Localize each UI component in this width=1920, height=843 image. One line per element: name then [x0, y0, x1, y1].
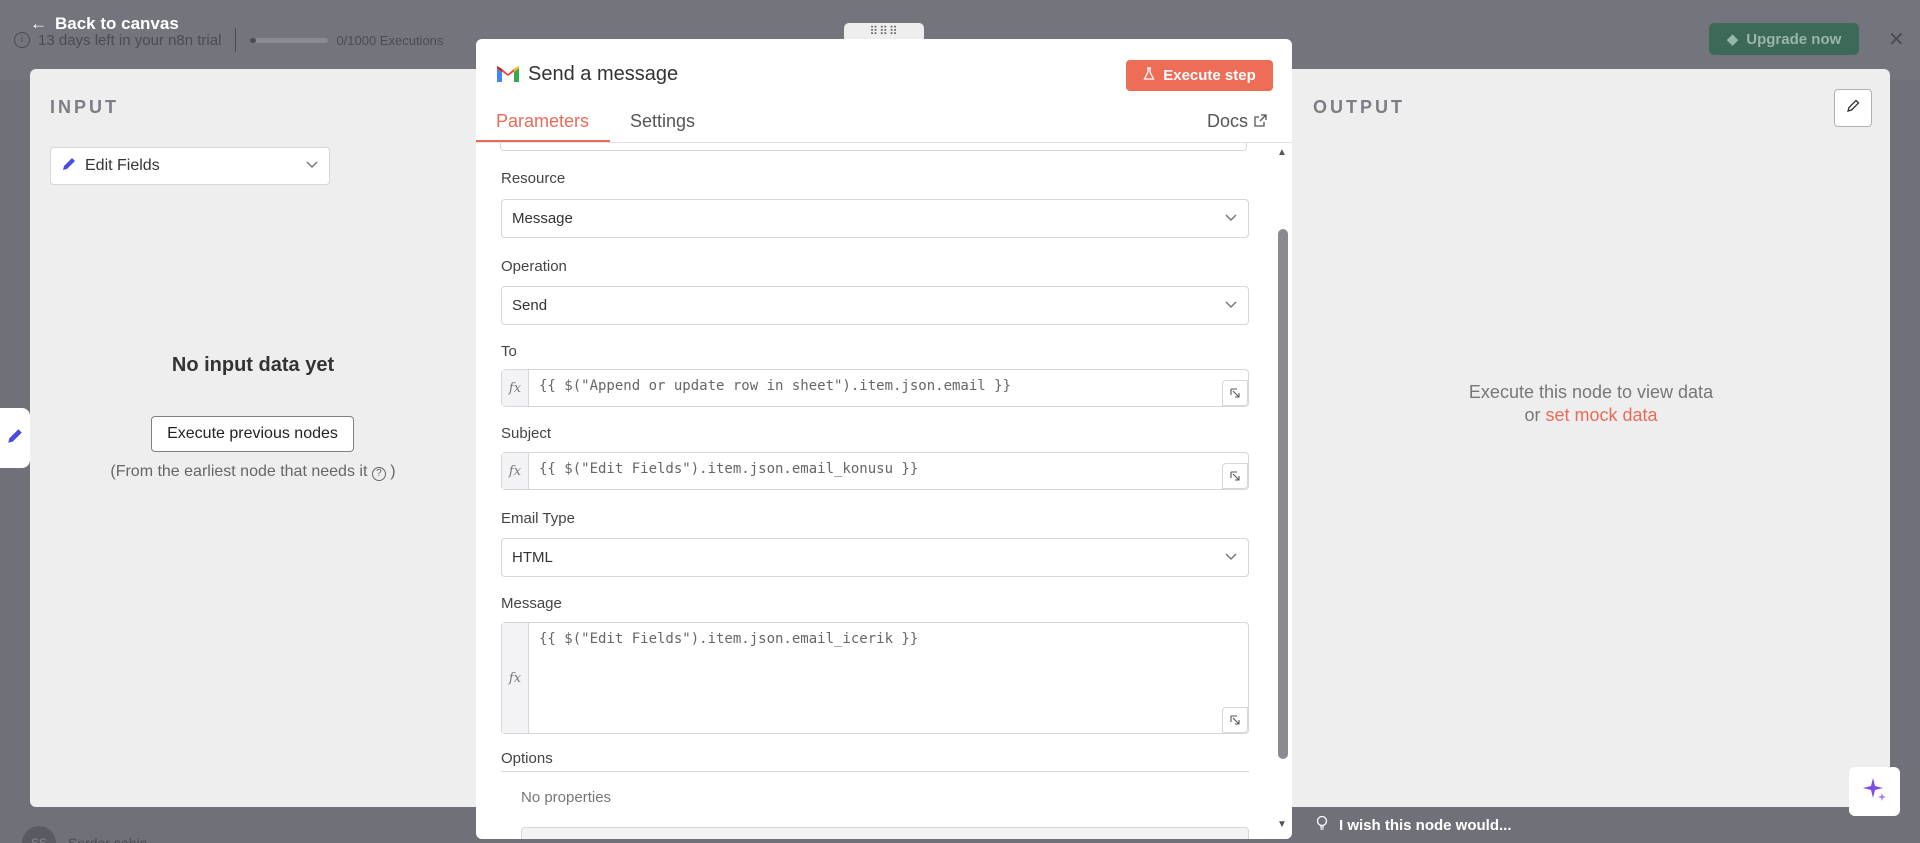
user-profile: SS Serdar sahin	[22, 826, 147, 843]
operation-label: Operation	[501, 258, 567, 275]
node-header: Send a message Execute step Parameters S…	[476, 39, 1292, 143]
execute-step-label: Execute step	[1163, 67, 1256, 84]
upgrade-button[interactable]: ◆ Upgrade now	[1709, 23, 1859, 55]
wish-text: I wish this node would...	[1339, 816, 1512, 834]
input-node-select-value: Edit Fields	[85, 157, 160, 174]
pencil-icon	[61, 156, 77, 177]
to-expression[interactable]: {{ $("Append or update row in sheet").it…	[529, 370, 1248, 406]
diamond-icon: ◆	[1726, 31, 1739, 48]
tab-settings[interactable]: Settings	[630, 111, 695, 132]
fx-icon: fx	[502, 623, 529, 733]
question-icon[interactable]: ?	[371, 467, 386, 481]
back-to-canvas-button[interactable]: ← Back to canvas	[30, 14, 179, 34]
input-title: INPUT	[50, 97, 119, 117]
chevron-down-icon	[1224, 297, 1238, 315]
avatar: SS	[22, 826, 56, 843]
gmail-icon	[496, 65, 520, 88]
fx-icon: fx	[502, 453, 529, 489]
previous-field	[500, 143, 1247, 151]
divider	[235, 28, 237, 52]
external-link-icon	[1254, 111, 1267, 132]
message-expression[interactable]: {{ $("Edit Fields").item.json.email_icer…	[529, 623, 1248, 733]
resource-select[interactable]: Message	[501, 199, 1249, 238]
back-to-canvas-label: Back to canvas	[55, 14, 179, 33]
scrollbar[interactable]	[1278, 229, 1288, 759]
chevron-down-icon	[1224, 210, 1238, 228]
active-tab-indicator	[476, 140, 610, 142]
executions-progress	[250, 37, 329, 43]
operation-value: Send	[512, 297, 548, 314]
output-empty-text: Execute this node to view data	[1468, 382, 1714, 402]
resource-label: Resource	[501, 170, 566, 187]
output-empty-state: Execute this node to view data or set mo…	[1292, 381, 1890, 427]
subject-field[interactable]: fx {{ $("Edit Fields").item.json.email_k…	[501, 452, 1249, 490]
pencil-icon	[6, 427, 24, 450]
input-node-select[interactable]: Edit Fields	[50, 147, 330, 185]
execute-previous-nodes-button[interactable]: Execute previous nodes	[151, 416, 354, 452]
options-label: Options	[501, 750, 553, 767]
or-text: or	[1524, 405, 1541, 425]
expression-expand-icon[interactable]	[1222, 380, 1248, 406]
sparkle-icon	[1862, 776, 1888, 807]
message-label: Message	[501, 595, 562, 612]
docs-link[interactable]: Docs	[1207, 111, 1267, 132]
subject-expression[interactable]: {{ $("Edit Fields").item.json.email_konu…	[529, 453, 1248, 489]
fx-icon: fx	[502, 370, 529, 406]
edit-output-button[interactable]	[1834, 89, 1872, 127]
execute-step-button[interactable]: Execute step	[1126, 60, 1273, 91]
subject-label: Subject	[501, 425, 552, 442]
chevron-down-icon	[1224, 549, 1238, 567]
executions-count: 0/1000 Executions	[336, 32, 444, 48]
operation-select[interactable]: Send	[501, 286, 1249, 325]
feedback-link[interactable]: I wish this node would...	[1315, 815, 1512, 835]
output-title: OUTPUT	[1313, 97, 1405, 117]
lightbulb-icon	[1315, 815, 1329, 835]
no-input-title: No input data yet	[171, 354, 335, 376]
user-name: Serdar sahin	[68, 835, 148, 843]
expression-expand-icon[interactable]	[1222, 463, 1248, 489]
side-node-tab[interactable]	[0, 408, 30, 468]
scroll-up-icon[interactable]: ▲	[1277, 147, 1287, 158]
email-type-select[interactable]: HTML	[501, 538, 1249, 577]
arrow-left-icon: ←	[30, 14, 47, 33]
chevron-down-icon	[305, 157, 319, 176]
add-option-dropdown[interactable]	[521, 827, 1249, 839]
to-field[interactable]: fx {{ $("Append or update row in sheet")…	[501, 369, 1249, 407]
options-empty-text: No properties	[521, 789, 612, 806]
message-field[interactable]: fx {{ $("Edit Fields").item.json.email_i…	[501, 622, 1249, 734]
options-divider	[501, 771, 1249, 772]
pencil-icon	[1845, 98, 1861, 119]
output-panel: OUTPUT Execute this node to view data or…	[1292, 69, 1890, 807]
tab-parameters[interactable]: Parameters	[496, 111, 589, 132]
close-icon[interactable]: ✕	[1888, 27, 1905, 52]
expression-expand-icon[interactable]	[1222, 707, 1248, 733]
email-type-label: Email Type	[501, 510, 575, 527]
flask-icon	[1143, 66, 1155, 85]
input-panel: INPUT Edit Fields No input data yet Exec…	[30, 69, 476, 807]
ai-assistant-button[interactable]	[1849, 767, 1900, 816]
set-mock-data-link[interactable]: set mock data	[1545, 405, 1657, 425]
hint-text: (From the earliest node that needs it	[110, 463, 368, 480]
email-type-value: HTML	[512, 549, 553, 566]
node-dialog: Send a message Execute step Parameters S…	[476, 39, 1292, 839]
trial-text: 13 days left in your n8n trial	[38, 31, 222, 49]
docs-label: Docs	[1207, 111, 1249, 131]
scroll-down-icon[interactable]: ▼	[1277, 819, 1287, 830]
node-title: Send a message	[528, 63, 679, 85]
resource-value: Message	[512, 210, 573, 227]
info-icon: i	[14, 32, 30, 48]
upgrade-label: Upgrade now	[1746, 30, 1842, 48]
earliest-node-hint: (From the earliest node that needs it ? …	[110, 463, 396, 481]
to-label: To	[501, 343, 517, 360]
